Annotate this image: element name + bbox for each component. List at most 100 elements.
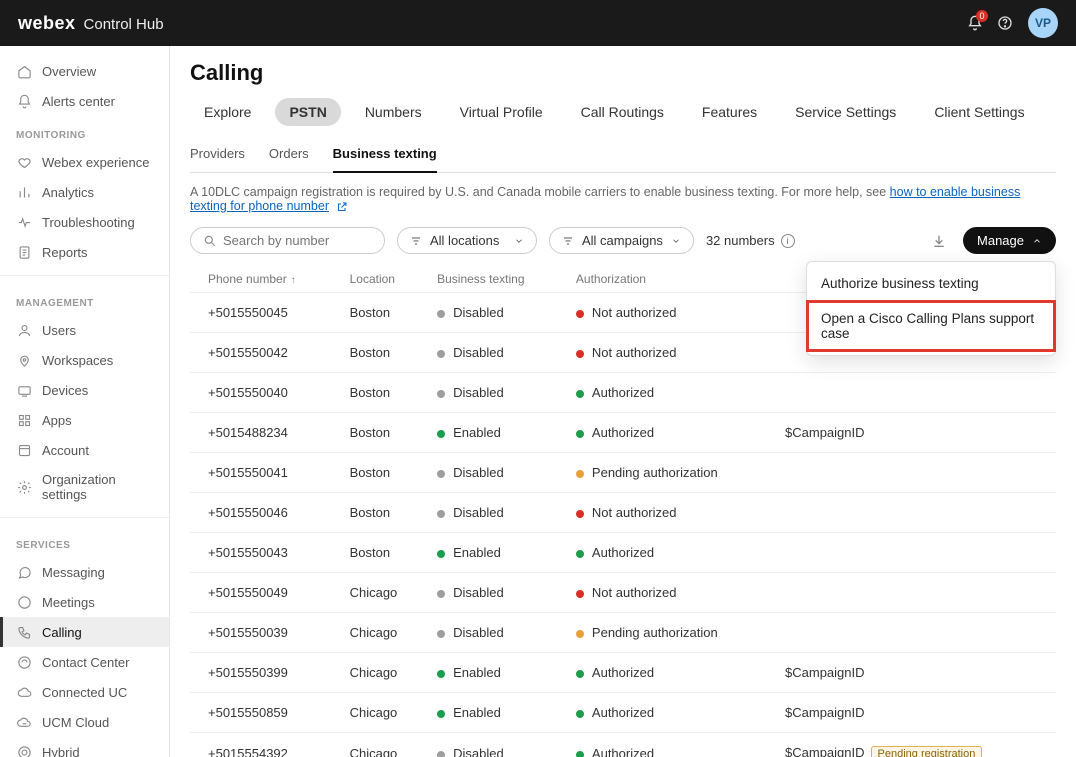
sidebar-item-webex-experience[interactable]: Webex experience: [0, 147, 169, 177]
results-count-label: 32 numbers: [706, 233, 775, 248]
tab-service-settings[interactable]: Service Settings: [781, 98, 910, 126]
sidebar-item-reports[interactable]: Reports: [0, 237, 169, 267]
subtab-providers[interactable]: Providers: [190, 140, 245, 172]
cell-location: Boston: [340, 373, 428, 413]
avatar[interactable]: VP: [1028, 8, 1058, 38]
help-icon[interactable]: [990, 8, 1020, 38]
table-row[interactable]: +5015550399 Chicago Enabled Authorized $…: [190, 653, 1056, 693]
status-dot-icon: [576, 390, 584, 398]
status-dot-icon: [437, 510, 445, 518]
tab-features[interactable]: Features: [688, 98, 771, 126]
sidebar-item-workspaces[interactable]: Workspaces: [0, 345, 169, 375]
table-row[interactable]: +5015550859 Chicago Enabled Authorized $…: [190, 693, 1056, 733]
column-header[interactable]: Location: [340, 266, 428, 293]
info-text: A 10DLC campaign registration is require…: [190, 185, 890, 199]
sidebar-item-users[interactable]: Users: [0, 315, 169, 345]
column-header[interactable]: Authorization: [566, 266, 775, 293]
cell-campaign: $CampaignID: [775, 653, 1056, 693]
column-header[interactable]: Phone number↑: [190, 266, 340, 293]
sidebar-item-label: Troubleshooting: [42, 215, 135, 230]
cell-phone: +5015488234: [190, 413, 340, 453]
sidebar-item-label: Meetings: [42, 595, 95, 610]
cell-phone: +5015550043: [190, 533, 340, 573]
sidebar-item-messaging[interactable]: Messaging: [0, 557, 169, 587]
tab-client-settings[interactable]: Client Settings: [920, 98, 1038, 126]
cell-business-texting: Disabled: [427, 613, 566, 653]
sidebar-item-label: Apps: [42, 413, 72, 428]
sidebar-section-header: MONITORING: [0, 116, 169, 147]
cell-business-texting: Enabled: [427, 533, 566, 573]
download-icon[interactable]: [927, 229, 951, 253]
cell-location: Boston: [340, 333, 428, 373]
tab-call-routings[interactable]: Call Routings: [567, 98, 678, 126]
table-row[interactable]: +5015550046 Boston Disabled Not authoriz…: [190, 493, 1056, 533]
table-row[interactable]: +5015488234 Boston Enabled Authorized $C…: [190, 413, 1056, 453]
sidebar-item-connected-uc[interactable]: Connected UC: [0, 677, 169, 707]
cloud-icon: [16, 684, 32, 700]
subtab-business-texting[interactable]: Business texting: [333, 140, 437, 173]
table-row[interactable]: +5015550039 Chicago Disabled Pending aut…: [190, 613, 1056, 653]
tab-explore[interactable]: Explore: [190, 98, 265, 126]
cell-phone: +5015550039: [190, 613, 340, 653]
bars-icon: [16, 184, 32, 200]
sidebar-item-hybrid[interactable]: Hybrid: [0, 737, 169, 757]
cell-business-texting: Disabled: [427, 733, 566, 757]
table-row[interactable]: +5015550049 Chicago Disabled Not authori…: [190, 573, 1056, 613]
campaign-filter[interactable]: All campaigns: [549, 227, 694, 254]
tab-virtual-profile[interactable]: Virtual Profile: [446, 98, 557, 126]
brand: webex Control Hub: [18, 13, 164, 34]
manage-button[interactable]: Manage: [963, 227, 1056, 254]
results-count: 32 numbers i: [706, 233, 795, 248]
table-row[interactable]: +5015550043 Boston Enabled Authorized: [190, 533, 1056, 573]
sidebar-item-organization-settings[interactable]: Organization settings: [0, 465, 169, 509]
sidebar-item-label: Organization settings: [42, 472, 153, 502]
cell-business-texting: Disabled: [427, 333, 566, 373]
notifications-bell-icon[interactable]: 0: [960, 8, 990, 38]
column-header[interactable]: Business texting: [427, 266, 566, 293]
sidebar-item-analytics[interactable]: Analytics: [0, 177, 169, 207]
sidebar-item-meetings[interactable]: Meetings: [0, 587, 169, 617]
status-dot-icon: [437, 430, 445, 438]
sidebar-item-account[interactable]: Account: [0, 435, 169, 465]
cell-business-texting: Enabled: [427, 693, 566, 733]
sidebar-item-devices[interactable]: Devices: [0, 375, 169, 405]
sidebar-item-label: Workspaces: [42, 353, 113, 368]
status-dot-icon: [576, 470, 584, 478]
sidebar-item-ucm-cloud[interactable]: UCM Cloud: [0, 707, 169, 737]
location-filter[interactable]: All locations: [397, 227, 537, 254]
search-input-wrapper[interactable]: [190, 227, 385, 254]
menu-item-authorize[interactable]: Authorize business texting: [807, 266, 1055, 301]
table-row[interactable]: +5015554392 Chicago Disabled Authorized …: [190, 733, 1056, 757]
cell-authorization: Not authorized: [566, 333, 775, 373]
cell-phone: +5015554392: [190, 733, 340, 757]
status-dot-icon: [437, 751, 445, 757]
cell-location: Chicago: [340, 613, 428, 653]
status-dot-icon: [437, 630, 445, 638]
sidebar-item-calling[interactable]: Calling: [0, 617, 169, 647]
cell-location: Chicago: [340, 573, 428, 613]
tab-pstn[interactable]: PSTN: [275, 98, 340, 126]
table-row[interactable]: +5015550041 Boston Disabled Pending auth…: [190, 453, 1056, 493]
bell-icon: [16, 93, 32, 109]
sidebar-item-overview[interactable]: Overview: [0, 56, 169, 86]
subtab-orders[interactable]: Orders: [269, 140, 309, 172]
info-icon[interactable]: i: [781, 234, 795, 248]
sidebar-item-alerts-center[interactable]: Alerts center: [0, 86, 169, 116]
cell-campaign: $CampaignIDPending registration: [775, 733, 1056, 757]
bell-badge: 0: [976, 10, 988, 22]
cell-location: Boston: [340, 293, 428, 333]
menu-item-open-support-case[interactable]: Open a Cisco Calling Plans support case: [807, 301, 1055, 351]
cell-phone: +5015550049: [190, 573, 340, 613]
search-input[interactable]: [223, 233, 399, 248]
cell-phone: +5015550041: [190, 453, 340, 493]
tab-numbers[interactable]: Numbers: [351, 98, 436, 126]
sidebar-item-troubleshooting[interactable]: Troubleshooting: [0, 207, 169, 237]
doc-icon: [16, 244, 32, 260]
sidebar-item-apps[interactable]: Apps: [0, 405, 169, 435]
brand-logo: webex: [18, 13, 76, 34]
status-dot-icon: [437, 310, 445, 318]
status-dot-icon: [576, 590, 584, 598]
table-row[interactable]: +5015550040 Boston Disabled Authorized: [190, 373, 1056, 413]
cell-phone: +5015550859: [190, 693, 340, 733]
sidebar-item-contact-center[interactable]: Contact Center: [0, 647, 169, 677]
